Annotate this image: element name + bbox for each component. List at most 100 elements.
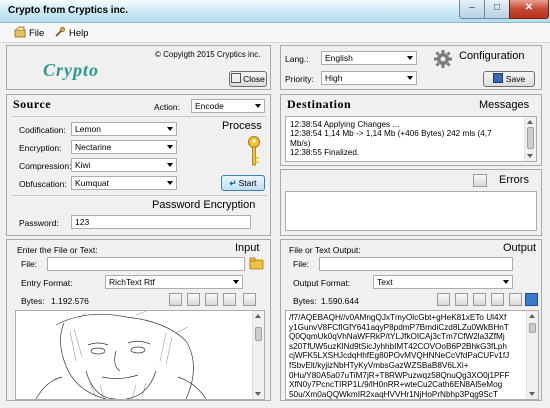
action-label: Action: bbox=[154, 102, 180, 112]
scroll-thumb[interactable] bbox=[529, 323, 536, 333]
menu-help[interactable]: Help bbox=[54, 26, 89, 39]
output-line: 0Hu/Y80A5a07uTiM7jR+T8RWPuzwqz58QnuQg3XO… bbox=[289, 370, 510, 380]
input-file-field[interactable] bbox=[47, 257, 245, 271]
copy-icon[interactable] bbox=[455, 293, 468, 306]
output-file-field[interactable] bbox=[319, 257, 513, 271]
message-line: 12:38:54 1,14 Mb -> 1,14 Mb (+406 Bytes)… bbox=[290, 129, 492, 139]
input-panel: Enter the File or Text: Input File: Entr… bbox=[6, 239, 271, 401]
output-bytes-value: 1.590.644 bbox=[321, 296, 359, 306]
chevron-down-icon bbox=[167, 145, 173, 149]
errors-log[interactable] bbox=[285, 191, 537, 231]
start-button[interactable]: ↵ Start bbox=[221, 175, 265, 191]
brand-panel: Crypto © Copyigth 2015 Cryptics inc. Clo… bbox=[6, 45, 271, 90]
scroll-thumb[interactable] bbox=[527, 127, 534, 149]
save-output-icon[interactable] bbox=[491, 293, 504, 306]
save-icon bbox=[492, 73, 503, 83]
input-scrollbar[interactable] bbox=[252, 311, 264, 399]
output-scrollbar[interactable] bbox=[526, 311, 538, 399]
messages-log[interactable]: 12:38:54 Applying Changes ... 12:38:54 1… bbox=[285, 116, 537, 162]
output-format-select[interactable]: Text bbox=[373, 275, 513, 289]
priority-label: Priority: bbox=[285, 74, 314, 84]
clear-icon[interactable] bbox=[169, 293, 182, 306]
input-title: Input bbox=[235, 242, 260, 254]
output-line: y1GunvV8FCfIGfY641aqyP8pdmP7BmdiCzd8LZu0… bbox=[289, 322, 509, 332]
menu-file[interactable]: File bbox=[14, 26, 44, 39]
obfuscation-select[interactable]: Kumquat bbox=[71, 176, 177, 190]
process-title: Process bbox=[222, 120, 262, 132]
properties-icon[interactable] bbox=[243, 293, 256, 306]
print-icon[interactable] bbox=[205, 293, 218, 306]
input-prompt: Enter the File or Text: bbox=[17, 245, 98, 255]
output-line: /f7/AQEBAQH//v0AMngQJxTmyOlcGbt+gHeK81xE… bbox=[289, 313, 507, 322]
enter-arrow-icon: ↵ bbox=[229, 178, 237, 188]
chevron-down-icon bbox=[407, 76, 413, 80]
output-line: s20TfUW5uzKlNd9tSicJyhhbIMT42COVOoB6P2Bh… bbox=[289, 341, 507, 351]
entry-format-select[interactable]: RichText Rtf bbox=[105, 275, 243, 289]
entry-format-label: Entry Format: bbox=[21, 278, 73, 288]
lang-select[interactable]: English bbox=[321, 51, 417, 65]
output-line: XfN0y7PcncTIRP1L/9/lH0nRR+wteCu2Cath6EN8… bbox=[289, 380, 503, 390]
input-text-area[interactable] bbox=[15, 310, 265, 400]
minimize-button[interactable]: – bbox=[459, 0, 485, 19]
password-input[interactable]: 123 bbox=[71, 215, 251, 229]
sketch-portrait-image bbox=[16, 311, 254, 399]
properties-icon[interactable] bbox=[509, 293, 522, 306]
password-title: Password Encryption bbox=[152, 199, 256, 211]
output-line: Q0QqmUk0qVhNaWFRkP/tYLJfkOICAj3cTm7CfW2l… bbox=[289, 332, 505, 342]
scroll-up-icon bbox=[529, 314, 535, 318]
input-file-label: File: bbox=[21, 259, 38, 269]
error-list-icon[interactable] bbox=[473, 174, 487, 187]
save-button[interactable]: Save bbox=[483, 71, 535, 87]
scroll-up-icon bbox=[255, 314, 261, 318]
encryption-label: Encryption: bbox=[19, 143, 62, 153]
maximize-button[interactable]: □ bbox=[484, 0, 510, 19]
paste-icon[interactable] bbox=[223, 293, 236, 306]
help-icon bbox=[55, 26, 66, 37]
divider bbox=[11, 116, 267, 117]
gear-icon bbox=[434, 50, 452, 68]
close-window-button[interactable]: ✕ bbox=[509, 0, 549, 19]
print-icon[interactable] bbox=[473, 293, 486, 306]
input-bytes-value: 1.192.576 bbox=[51, 296, 89, 306]
output-panel: File or Text Output: Output File: Output… bbox=[280, 239, 542, 401]
compression-select[interactable]: Kiwi bbox=[71, 158, 177, 172]
output-file-label: File: bbox=[293, 259, 310, 269]
open-folder-icon[interactable] bbox=[249, 257, 264, 270]
scroll-thumb[interactable] bbox=[255, 327, 262, 341]
output-line: cjWFK5LXSHJcdqHhfEg80POvMVQHNNeCcVfdPaCU… bbox=[289, 351, 510, 361]
output-text-area[interactable]: /f7/AQEBAQH//v0AMngQJxTmyOlcGbt+gHeK81xE… bbox=[285, 310, 539, 400]
config-title: Configuration bbox=[459, 50, 525, 62]
obfuscation-label: Obfuscation: bbox=[19, 179, 67, 189]
errors-panel: Errors bbox=[280, 169, 542, 236]
output-format-label: Output Format: bbox=[293, 278, 351, 288]
close-button[interactable]: Close bbox=[229, 71, 267, 87]
destination-title: Destination bbox=[287, 97, 352, 111]
priority-select[interactable]: High bbox=[321, 71, 417, 85]
scroll-up-icon bbox=[527, 120, 533, 124]
messages-title: Messages bbox=[479, 99, 530, 111]
window-title: Crypto from Cryptics inc. bbox=[8, 5, 129, 16]
output-title: Output bbox=[503, 242, 537, 254]
chevron-down-icon bbox=[167, 181, 173, 185]
key-icon bbox=[248, 136, 260, 166]
output-line: 50u/Xm0aQQWkmIR2xaqHVVHr1NjHoPrNbhp3Pqg9… bbox=[289, 389, 498, 399]
clear-icon[interactable] bbox=[437, 293, 450, 306]
logo-text: Crypto bbox=[43, 60, 100, 80]
source-title: Source bbox=[13, 97, 52, 111]
copy-icon[interactable] bbox=[187, 293, 200, 306]
scroll-down-icon bbox=[255, 392, 261, 396]
divider bbox=[11, 195, 267, 196]
arrow-left-icon[interactable] bbox=[525, 293, 538, 306]
file-icon bbox=[14, 26, 26, 38]
title-bar[interactable]: Crypto from Cryptics inc. – □ ✕ bbox=[0, 0, 550, 23]
menu-bar: File Help bbox=[0, 23, 550, 43]
input-bytes-label: Bytes: bbox=[21, 296, 45, 306]
codification-select[interactable]: Lemon bbox=[71, 122, 177, 136]
source-panel: Source Action: Encode Process Codificati… bbox=[6, 94, 271, 236]
messages-scrollbar[interactable] bbox=[524, 117, 536, 161]
encryption-select[interactable]: Nectarine bbox=[71, 140, 177, 154]
chevron-down-icon bbox=[407, 56, 413, 60]
action-select[interactable]: Encode bbox=[191, 99, 265, 113]
password-label: Password: bbox=[19, 218, 59, 228]
codification-label: Codification: bbox=[19, 125, 66, 135]
